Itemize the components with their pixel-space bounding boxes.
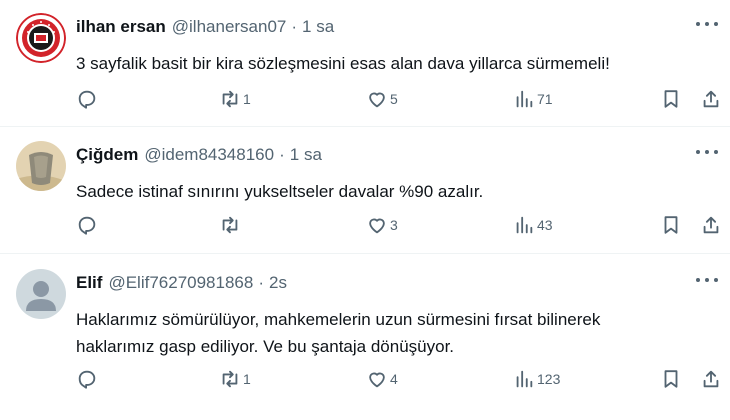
separator: ·: [279, 145, 285, 164]
share-icon: [703, 370, 719, 388]
retweet-button[interactable]: [219, 214, 243, 236]
tweet-header: ilhan ersan @ilhanersan07 · 1 sa: [76, 17, 334, 37]
display-name[interactable]: ilhan ersan: [76, 17, 166, 37]
view-count: 43: [537, 217, 553, 233]
profile-photo-icon: [16, 141, 66, 191]
tweet[interactable]: Çiğdem @idem84348160 · 1 sa Sadece istin…: [0, 128, 730, 254]
share-icon: [703, 216, 719, 234]
avatar[interactable]: [16, 13, 66, 63]
retweet-button[interactable]: 1: [219, 368, 251, 390]
bookmark-button[interactable]: [660, 368, 682, 390]
user-handle[interactable]: @ilhanersan07: [172, 17, 287, 37]
retweet-count: 1: [243, 91, 251, 107]
timestamp[interactable]: 2s: [269, 273, 287, 293]
heart-icon: [369, 92, 385, 108]
views-icon: [516, 216, 533, 234]
view-count: 71: [537, 91, 553, 107]
display-name[interactable]: Çiğdem: [76, 145, 138, 165]
views-button[interactable]: 43: [513, 214, 553, 236]
retweet-icon: [222, 370, 238, 388]
share-button[interactable]: [700, 368, 722, 390]
reply-button[interactable]: [76, 368, 98, 390]
bookmark-icon: [664, 90, 678, 108]
heart-icon: [369, 218, 385, 234]
separator: ·: [291, 17, 298, 36]
user-handle[interactable]: @idem84348160: [144, 145, 274, 165]
tweet-text-line: 3 sayfalik basit bir kira sözleşmesini e…: [76, 54, 610, 73]
views-icon: [516, 90, 533, 108]
share-icon: [703, 90, 719, 108]
display-name[interactable]: Elif: [76, 273, 102, 293]
tweet-header: Çiğdem @idem84348160 · 1 sa: [76, 145, 322, 165]
views-button[interactable]: 71: [513, 88, 553, 110]
more-icon[interactable]: [696, 20, 718, 28]
bookmark-button[interactable]: [660, 214, 682, 236]
avatar[interactable]: [16, 141, 66, 191]
bookmark-icon: [664, 216, 678, 234]
tweet-actions: 3 43: [76, 214, 726, 238]
timestamp[interactable]: 1 sa: [290, 145, 322, 165]
tweet-text-line: Sadece istinaf sınırını yukseltseler dav…: [76, 182, 484, 201]
bookmark-button[interactable]: [660, 88, 682, 110]
reply-icon: [78, 370, 96, 389]
share-button[interactable]: [700, 88, 722, 110]
team-logo-icon: [16, 13, 66, 63]
more-icon[interactable]: [696, 276, 718, 284]
like-count: 3: [390, 217, 398, 233]
tweet-text: Haklarımız sömürülüyor, mahkemelerin uzu…: [76, 306, 696, 360]
tweet[interactable]: ilhan ersan @ilhanersan07 · 1 sa 3 sayfa…: [0, 0, 730, 127]
tweet-text: Sadece istinaf sınırını yukseltseler dav…: [76, 178, 696, 205]
tweet-actions: 1 4 123: [76, 368, 726, 392]
reply-icon: [78, 90, 96, 109]
like-count: 5: [390, 91, 398, 107]
like-count: 4: [390, 371, 398, 387]
heart-icon: [369, 372, 385, 388]
timestamp[interactable]: 1 sa: [302, 17, 334, 37]
tweet-text: 3 sayfalik basit bir kira sözleşmesini e…: [76, 50, 696, 77]
tweet-text-line: Haklarımız sömürülüyor, mahkemelerin uzu…: [76, 310, 601, 329]
like-button[interactable]: 4: [366, 368, 398, 390]
retweet-icon: [222, 216, 238, 234]
retweet-button[interactable]: 1: [219, 88, 251, 110]
tweet-text-line: haklarımız gasp ediliyor. Ve bu şantaja …: [76, 337, 455, 356]
reply-button[interactable]: [76, 88, 98, 110]
retweet-icon: [222, 90, 238, 108]
separator: ·: [258, 273, 264, 292]
bookmark-icon: [664, 370, 678, 388]
like-button[interactable]: 3: [366, 214, 398, 236]
views-icon: [516, 370, 533, 388]
views-button[interactable]: 123: [513, 368, 560, 390]
reply-button[interactable]: [76, 214, 98, 236]
user-handle[interactable]: @Elif76270981868: [108, 273, 253, 293]
retweet-count: 1: [243, 371, 251, 387]
reply-icon: [78, 216, 96, 235]
view-count: 123: [537, 371, 561, 387]
share-button[interactable]: [700, 214, 722, 236]
tweet-actions: 1 5 71: [76, 88, 726, 112]
like-button[interactable]: 5: [366, 88, 398, 110]
avatar[interactable]: [16, 269, 66, 319]
default-avatar-icon: [16, 269, 66, 319]
more-icon[interactable]: [696, 148, 718, 156]
tweet[interactable]: Elif @Elif76270981868 · 2s Haklarımız sö…: [0, 256, 730, 420]
tweet-header: Elif @Elif76270981868 · 2s: [76, 273, 287, 293]
